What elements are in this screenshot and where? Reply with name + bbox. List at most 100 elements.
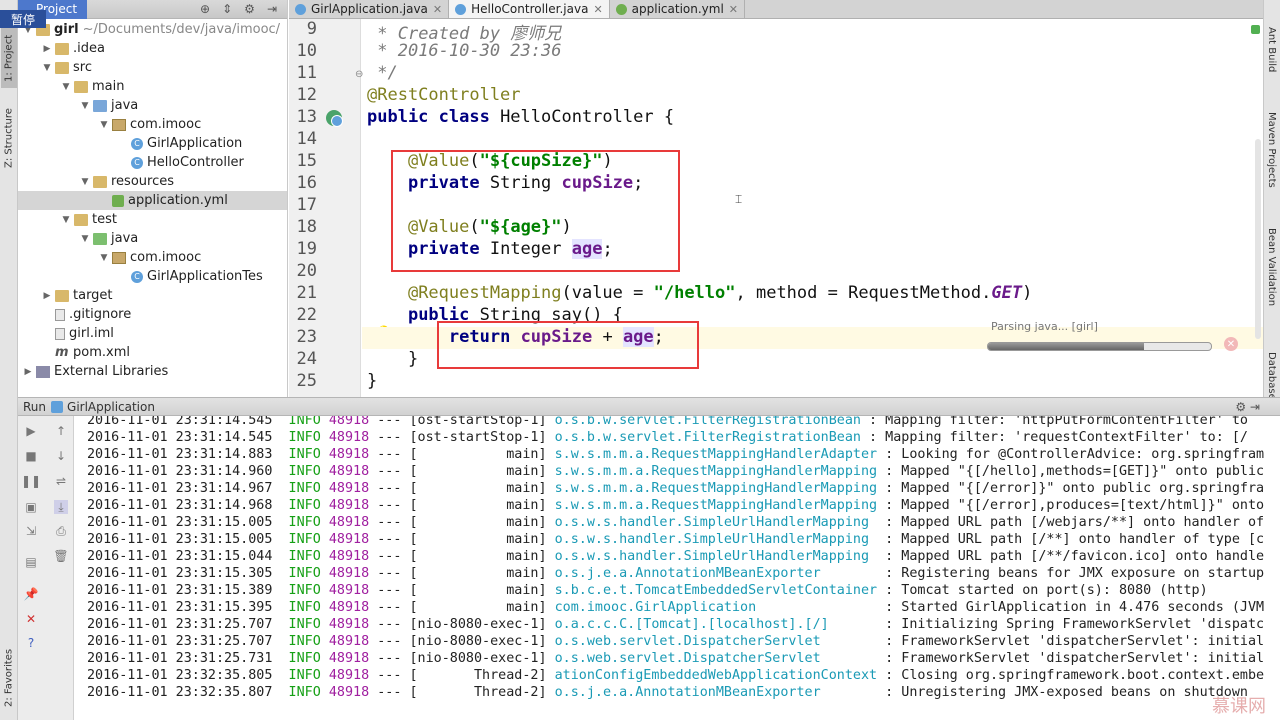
line-number: 11 — [296, 63, 317, 83]
tree-item[interactable]: ▼ resources — [18, 172, 287, 191]
editor-tab[interactable]: application.yml ✕ — [610, 0, 746, 18]
source-folder-icon — [93, 99, 107, 112]
left-tool-strip: 暂停 1: Project Z: Structure 2: Favorites — [0, 0, 46, 720]
tree-item[interactable]: ▼ src — [18, 58, 287, 77]
tree-item[interactable]: .gitignore — [18, 305, 287, 324]
scroll-up-icon[interactable]: ↑ — [54, 424, 68, 438]
code-line-21: @RequestMapping(value = "/hello", method… — [407, 283, 1033, 303]
rerun-icon[interactable]: ▶ — [24, 424, 38, 438]
close-run-icon[interactable]: ✕ — [24, 612, 38, 626]
tool-tab-maven-projects[interactable]: Maven Projects — [1264, 100, 1279, 200]
expand-down-icon[interactable]: ▼ — [41, 63, 53, 73]
inspection-status-icon[interactable] — [1251, 25, 1260, 34]
class-gutter-icon-2[interactable] — [331, 115, 343, 127]
pause-output-icon[interactable]: ❚❚ — [21, 474, 41, 488]
expand-right-icon[interactable]: ▶ — [41, 44, 53, 54]
tree-item[interactable]: ▼ main — [18, 77, 287, 96]
log-line: 2016-11-01 23:31:14.960 INFO 48918 --- [… — [87, 464, 1265, 479]
tree-item[interactable]: C HelloController — [18, 153, 287, 172]
tree-item[interactable]: ▶ External Libraries — [18, 362, 287, 381]
log-line: 2016-11-01 23:32:35.807 INFO 48918 --- [… — [87, 685, 1248, 700]
tree-item-label: GirlApplicationTes — [147, 269, 263, 284]
run-panel-label: Run — [23, 399, 47, 414]
line-number: 14 — [296, 129, 317, 149]
editor-tab[interactable]: GirlApplication.java ✕ — [289, 0, 450, 18]
tree-item[interactable]: ▶ target — [18, 286, 287, 305]
tree-item[interactable]: C GirlApplicationTes — [18, 267, 287, 286]
log-line: 2016-11-01 23:31:15.005 INFO 48918 --- [… — [87, 532, 1265, 547]
sync-icon[interactable]: ⊕ — [200, 2, 210, 16]
tool-tab-favorites[interactable]: 2: Favorites — [1, 640, 17, 715]
dump-threads-icon[interactable]: ▣ — [24, 500, 38, 514]
scroll-to-end-icon[interactable]: ⤓ — [54, 500, 68, 514]
line-number: 22 — [296, 305, 317, 325]
code-line-11: */ — [377, 63, 398, 83]
line-number: 13 — [296, 107, 317, 127]
package-icon — [112, 251, 126, 264]
expand-down-icon[interactable]: ▼ — [79, 101, 91, 111]
collapse-icon[interactable]: ⇕ — [222, 2, 232, 16]
code-editor[interactable]: ⊖ 💡 910111213141516171819202122232425 * … — [289, 19, 1263, 397]
close-tab-icon[interactable]: ✕ — [729, 3, 738, 16]
close-tab-icon[interactable]: ✕ — [593, 3, 602, 16]
close-tab-icon[interactable]: ✕ — [433, 3, 442, 16]
folder-icon — [74, 213, 88, 226]
tree-item[interactable]: ▼ girl ~/Documents/dev/java/imooc/ — [18, 20, 287, 39]
expand-down-icon[interactable]: ▼ — [98, 253, 110, 263]
tool-tab-bean-validation[interactable]: Bean Validation — [1264, 215, 1279, 320]
expand-down-icon[interactable]: ▼ — [79, 234, 91, 244]
tree-item[interactable]: ▼ java — [18, 96, 287, 115]
tree-item[interactable]: application.yml — [18, 191, 287, 210]
tree-item-label: girl — [54, 22, 79, 37]
stop-icon[interactable]: ■ — [24, 449, 38, 463]
clear-all-icon[interactable]: 🗑 — [53, 549, 68, 563]
tree-item[interactable]: ▼ com.imooc — [18, 248, 287, 267]
pin-icon[interactable]: 📌 — [24, 587, 39, 601]
expand-down-icon[interactable]: ▼ — [98, 120, 110, 130]
expand-down-icon[interactable]: ▼ — [60, 82, 72, 92]
tool-tab-ant-build[interactable]: Ant Build — [1264, 20, 1279, 80]
run-config-name[interactable]: GirlApplication — [67, 400, 155, 414]
tree-item[interactable]: ▼ com.imooc — [18, 115, 287, 134]
run-toolbar: ▶ ↑ ■ ↓ ❚❚ ⇌ ▣ ⤓ ⇲ ⎙ ▤ 🗑 📌 ✕ ? — [18, 416, 74, 720]
project-panel-header: Project ⊕ ⇕ ⚙ ⇥ — [18, 0, 287, 19]
run-settings-gear-icon[interactable]: ⚙ ⇥ — [1235, 400, 1280, 414]
tree-item-label: java — [111, 231, 139, 246]
line-number: 21 — [296, 283, 317, 303]
exit-icon[interactable]: ⇲ — [24, 524, 38, 538]
expand-right-icon[interactable]: ▶ — [41, 291, 53, 301]
line-number: 19 — [296, 239, 317, 259]
tool-tab-structure[interactable]: Z: Structure — [1, 98, 17, 178]
tree-item-label: test — [92, 212, 117, 227]
code-line-10: * 2016-10-30 23:36 — [377, 41, 562, 61]
help-icon[interactable]: ? — [24, 636, 38, 650]
tree-item[interactable]: girl.iml — [18, 324, 287, 343]
layout-icon[interactable]: ▤ — [24, 555, 38, 569]
tool-tab-project[interactable]: 1: Project — [1, 28, 17, 88]
editor-tab[interactable]: HelloController.java ✕ — [449, 0, 610, 18]
tree-item[interactable]: m pom.xml — [18, 343, 287, 362]
fold-icon[interactable]: ⊖ — [355, 69, 363, 80]
run-panel-header: Run GirlApplication ⚙ ⇥ — [18, 397, 1280, 416]
tree-item[interactable]: ▼ test — [18, 210, 287, 229]
cancel-parse-icon[interactable]: ✕ — [1224, 337, 1238, 351]
editor-scrollbar[interactable] — [1255, 139, 1261, 339]
folder-icon — [55, 42, 69, 55]
tree-item[interactable]: ▼ java — [18, 229, 287, 248]
log-line: 2016-11-01 23:31:14.545 INFO 48918 --- [… — [87, 430, 1248, 445]
scroll-down-icon[interactable]: ↓ — [54, 449, 68, 463]
tree-item[interactable]: ▶ .idea — [18, 39, 287, 58]
expand-right-icon[interactable]: ▶ — [22, 367, 34, 377]
soft-wrap-icon[interactable]: ⇌ — [54, 474, 68, 488]
run-console-output[interactable]: 2016-11-01 23:31:14.545 INFO 48918 --- [… — [75, 416, 1280, 720]
expand-down-icon[interactable]: ▼ — [79, 177, 91, 187]
line-number: 20 — [296, 261, 317, 281]
tree-item[interactable]: C GirlApplication — [18, 134, 287, 153]
expand-down-icon[interactable]: ▼ — [60, 215, 72, 225]
hide-icon[interactable]: ⇥ — [267, 2, 277, 16]
log-line: 2016-11-01 23:31:14.968 INFO 48918 --- [… — [87, 498, 1265, 513]
gear-icon[interactable]: ⚙ — [244, 2, 255, 16]
package-icon — [112, 118, 126, 131]
code-line-25: } — [367, 371, 378, 391]
print-icon[interactable]: ⎙ — [54, 524, 68, 538]
